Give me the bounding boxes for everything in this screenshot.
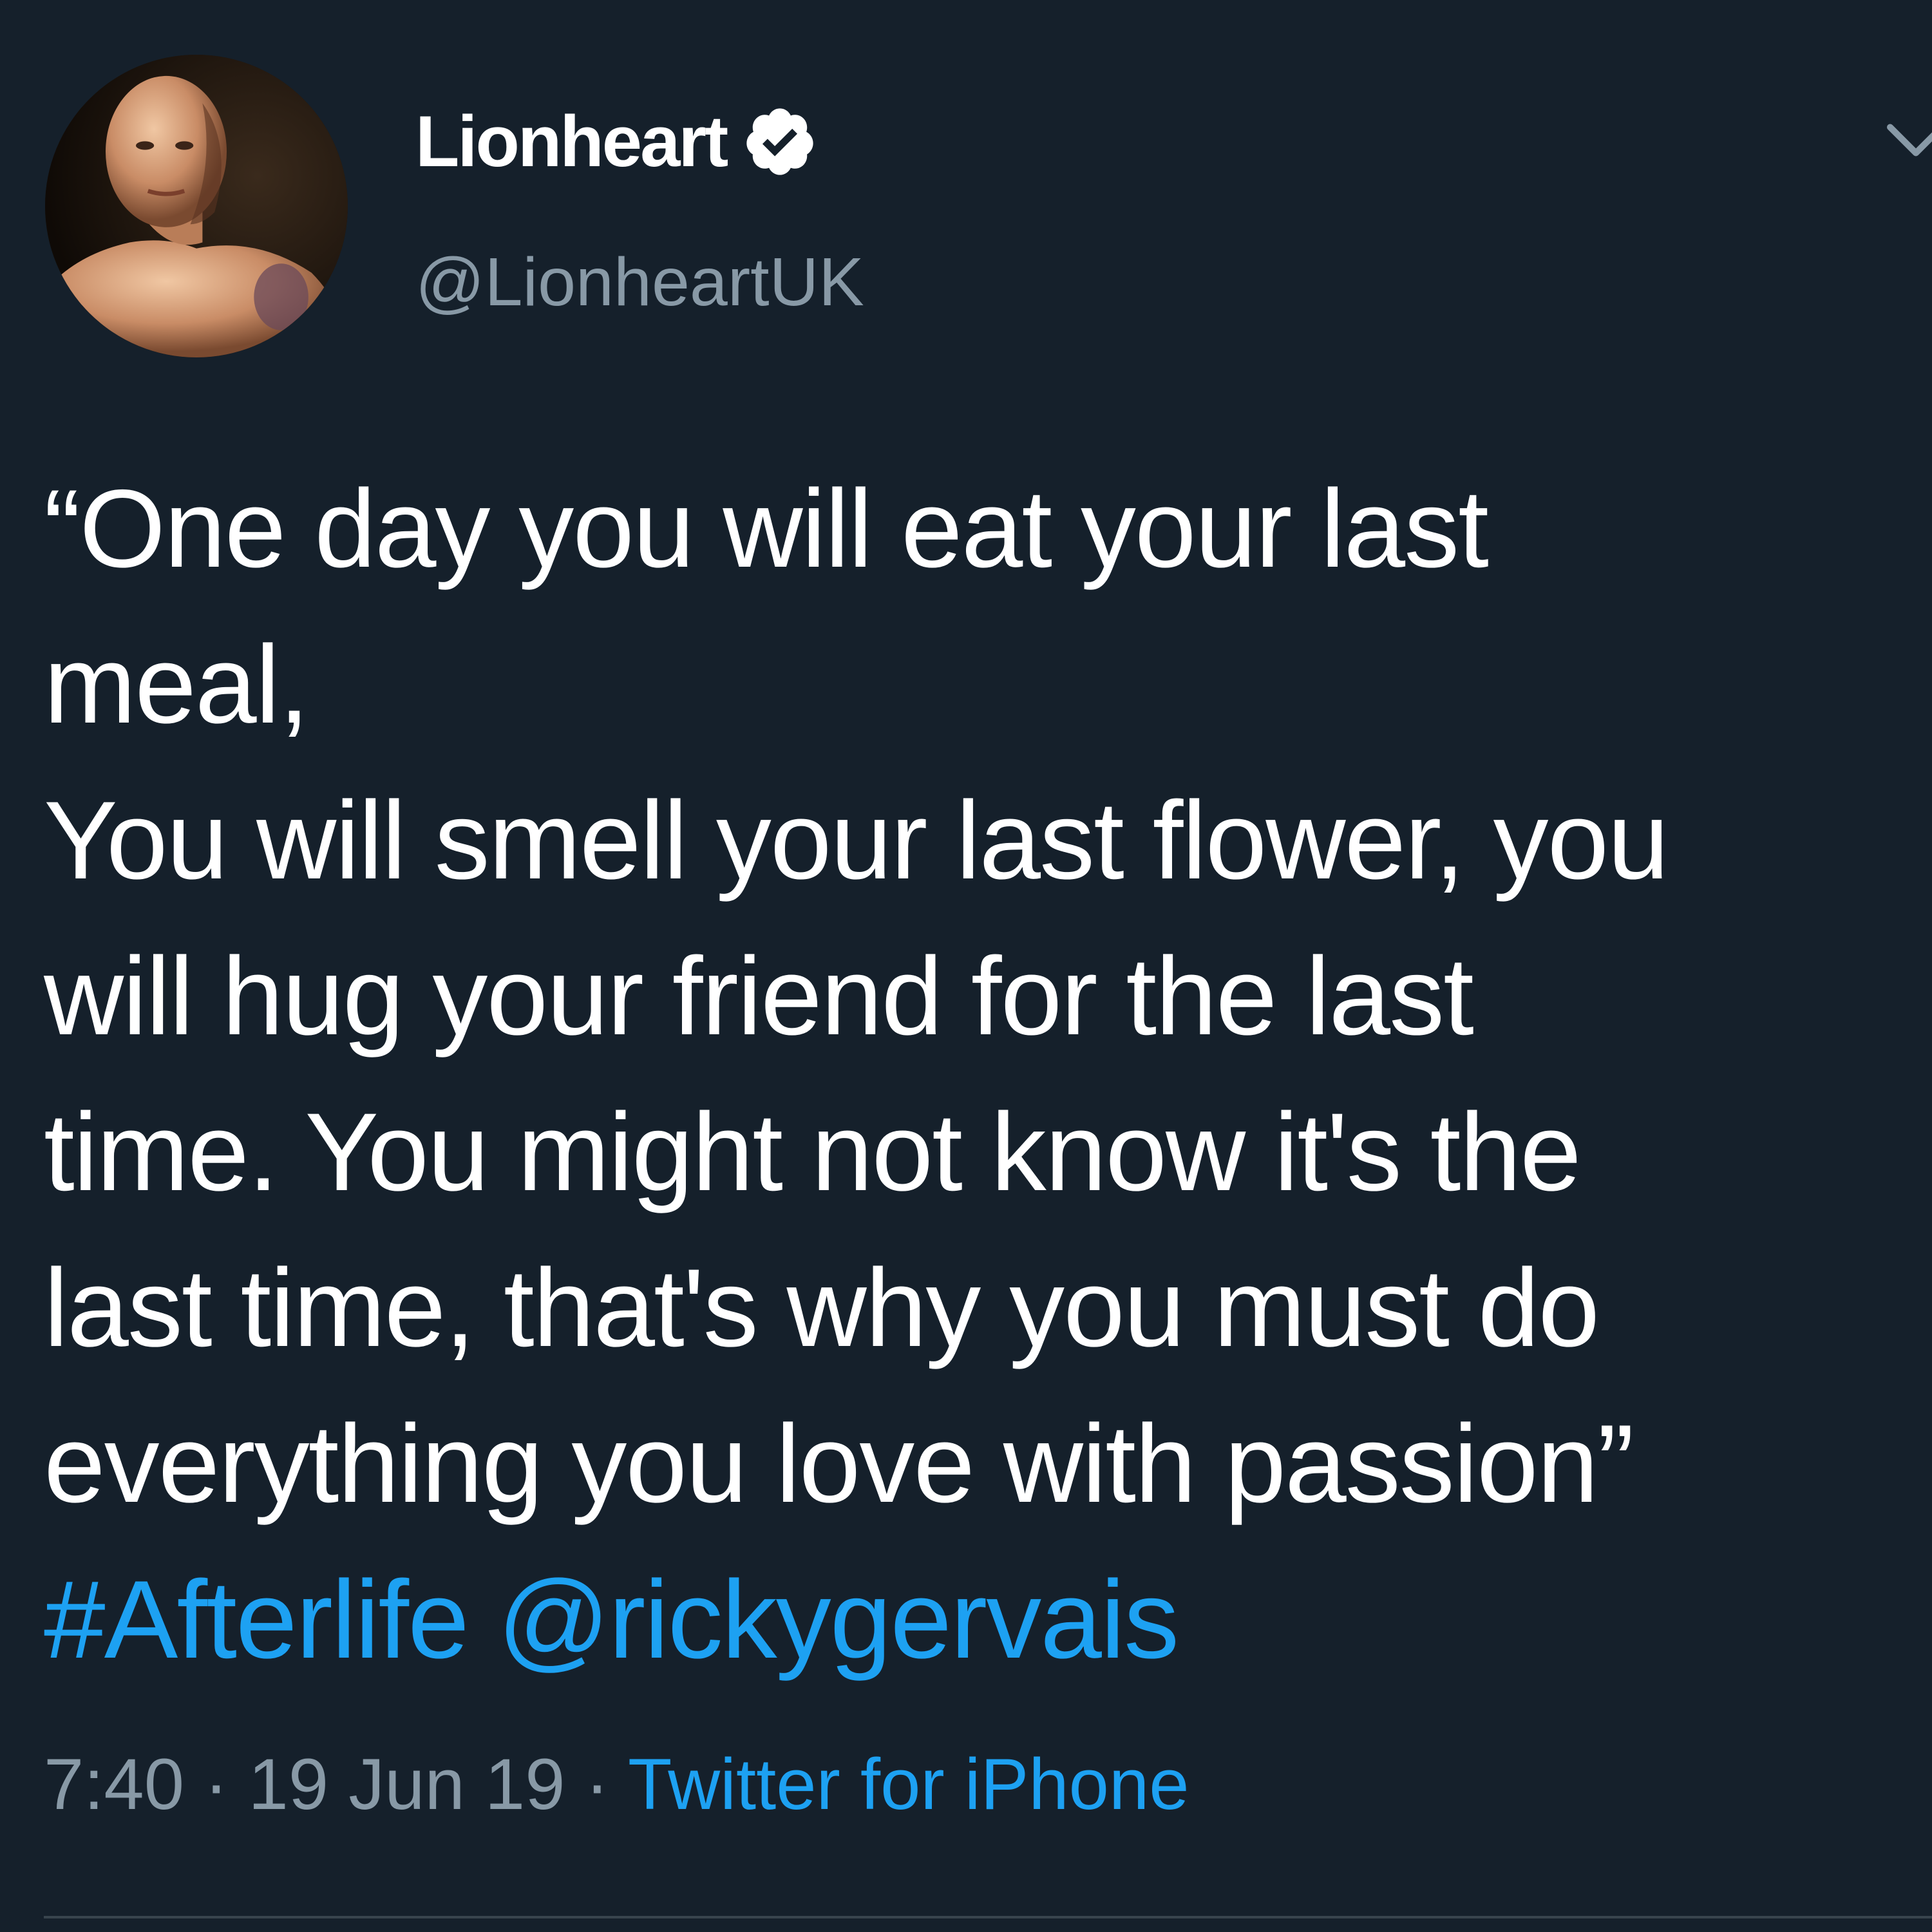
mention-link[interactable]: @rickygervais (498, 1558, 1180, 1681)
tweet-text-line: time. You might not know it's the (44, 1090, 1582, 1214)
tweet-text: “One day you will eat your last meal, Yo… (44, 451, 1911, 1698)
tweet-date[interactable]: 19 Jun 19 (249, 1744, 565, 1824)
verified-badge-icon (742, 104, 818, 180)
user-handle[interactable]: @LionheartUK (415, 248, 864, 316)
divider (44, 1916, 1932, 1918)
meta-separator: · (204, 1744, 229, 1824)
tweet-text-line: You will smell your last flower, you (44, 779, 1669, 902)
tweet-text-line: “One day you will eat your last (44, 467, 1489, 591)
chevron-down-icon[interactable] (1884, 116, 1932, 167)
meta-separator: · (585, 1744, 609, 1824)
tweet-card: Lionheart @LionheartUK “One day you will… (0, 0, 1932, 1932)
tweet-metadata: 7:40 · 19 Jun 19 · Twitter for iPhone (44, 1748, 1189, 1821)
author-name-row[interactable]: Lionheart (415, 103, 818, 180)
hashtag-link[interactable]: #Afterlife (44, 1558, 469, 1681)
avatar[interactable] (45, 55, 348, 357)
avatar-image (45, 55, 348, 357)
tweet-text-line: last time, that's why you must do (44, 1246, 1600, 1370)
tweet-text-line: will hug your friend for the last (44, 934, 1474, 1058)
display-name[interactable]: Lionheart (415, 106, 728, 178)
tweet-text-line: everything you love with passion” (44, 1402, 1634, 1526)
tweet-source-link[interactable]: Twitter for iPhone (628, 1744, 1189, 1824)
tweet-time[interactable]: 7:40 (44, 1744, 184, 1824)
tweet-text-line: meal, (44, 623, 310, 746)
tweet-links-line: #Afterlife @rickygervais (44, 1542, 1911, 1698)
